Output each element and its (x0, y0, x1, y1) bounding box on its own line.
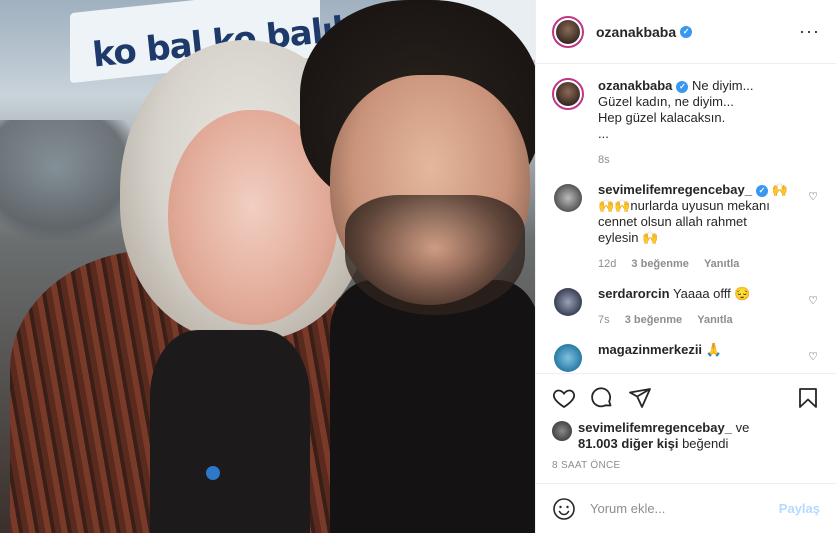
post-time[interactable]: 8 SAAT ÖNCE (552, 460, 820, 471)
comment-text: 🙌🙌nurlarda uyusun mekanı (598, 198, 770, 213)
verified-badge-icon: ✓ (676, 81, 689, 93)
heart-icon[interactable] (552, 386, 576, 410)
reply-button[interactable]: Yanıtla (697, 314, 732, 326)
comment-likes[interactable]: 3 beğenme (625, 314, 682, 326)
comment-text: 🙏 (705, 342, 722, 357)
comment-icon[interactable] (590, 386, 614, 410)
post-view: ko bal ko balık ozanakbaba ✓ ··· oza (0, 0, 836, 533)
caption-line: Hep güzel kalacaksın. (598, 110, 726, 125)
post-comment-button[interactable]: Paylaş (779, 501, 820, 516)
caption-line: Ne diyim... (692, 78, 754, 93)
add-comment-bar: Yorum ekle... Paylaş (536, 483, 836, 533)
shirt-button (206, 466, 220, 480)
caption-avatar[interactable] (552, 78, 584, 110)
like-comment-heart-icon[interactable]: ♡ (808, 190, 818, 203)
verified-badge-icon: ✓ (680, 25, 693, 38)
comment-input[interactable]: Yorum ekle... (590, 501, 779, 516)
background-people (0, 120, 140, 240)
comment-text: 🙌 (771, 182, 788, 197)
caption-username[interactable]: ozanakbaba (598, 78, 672, 93)
author-username[interactable]: ozanakbaba (596, 24, 676, 40)
comment-text: Yaaaa offf 😔 (672, 286, 751, 301)
comment-text: eylesin 🙌 (598, 230, 659, 245)
author-avatar[interactable] (552, 15, 584, 48)
likes-summary: sevimelifemregencebay_ ve 81.003 diğer k… (552, 420, 820, 452)
comment-username[interactable]: magazinmerkezii (598, 342, 702, 357)
more-horizontal-icon[interactable]: ··· (799, 21, 820, 42)
comment-time[interactable]: 12d (598, 258, 616, 270)
post-side-panel: ozanakbaba ✓ ··· ozanakbaba ✓ Ne diyim...… (535, 0, 836, 533)
likes-and: ve (735, 420, 750, 435)
caption-time[interactable]: 8s (598, 154, 610, 166)
comment-username[interactable]: serdarorcin (598, 286, 670, 301)
comment-text: cennet olsun allah rahmet (598, 214, 747, 229)
likes-count[interactable]: 81.003 diğer kişi (578, 436, 678, 451)
comment-item: magazinmerkezii 🙏 ♡ (552, 342, 820, 373)
liker-username[interactable]: sevimelifemregencebay_ (578, 420, 732, 435)
commenter-avatar[interactable] (554, 184, 582, 212)
bookmark-icon[interactable] (796, 386, 820, 410)
woman-shirt (150, 330, 310, 533)
comment-item: sevimelifemregencebay_ ✓ 🙌 🙌🙌nurlarda uyu… (552, 182, 820, 272)
comment-likes[interactable]: 3 beğenme (631, 258, 688, 270)
verified-badge-icon: ✓ (755, 185, 768, 197)
likes-suffix: beğendi (682, 436, 729, 451)
comment-username[interactable]: sevimelifemregencebay_ (598, 182, 752, 197)
man-shirt (330, 280, 535, 533)
comments-list[interactable]: ozanakbaba ✓ Ne diyim... Güzel kadın, ne … (536, 64, 836, 373)
post-photo[interactable]: ko bal ko balık (0, 0, 535, 533)
action-icons (552, 384, 820, 412)
caption-line: ... (598, 126, 609, 141)
emoji-icon[interactable] (552, 497, 576, 521)
like-comment-heart-icon[interactable]: ♡ (808, 294, 818, 307)
comment-item: serdarorcin Yaaaa offf 😔 7s 3 beğenme Ya… (552, 286, 820, 328)
caption-line: Güzel kadın, ne diyim... (598, 94, 734, 109)
comment-time[interactable]: 7s (598, 314, 610, 326)
liker-avatar[interactable] (552, 421, 572, 441)
post-header: ozanakbaba ✓ ··· (536, 0, 836, 64)
share-icon[interactable] (628, 386, 652, 410)
commenter-avatar[interactable] (554, 344, 582, 372)
commenter-avatar[interactable] (554, 288, 582, 316)
man-beard (345, 195, 525, 315)
like-comment-heart-icon[interactable]: ♡ (808, 350, 818, 363)
post-actions: sevimelifemregencebay_ ve 81.003 diğer k… (536, 373, 836, 483)
reply-button[interactable]: Yanıtla (704, 258, 739, 270)
caption: ozanakbaba ✓ Ne diyim... Güzel kadın, ne … (552, 78, 820, 168)
